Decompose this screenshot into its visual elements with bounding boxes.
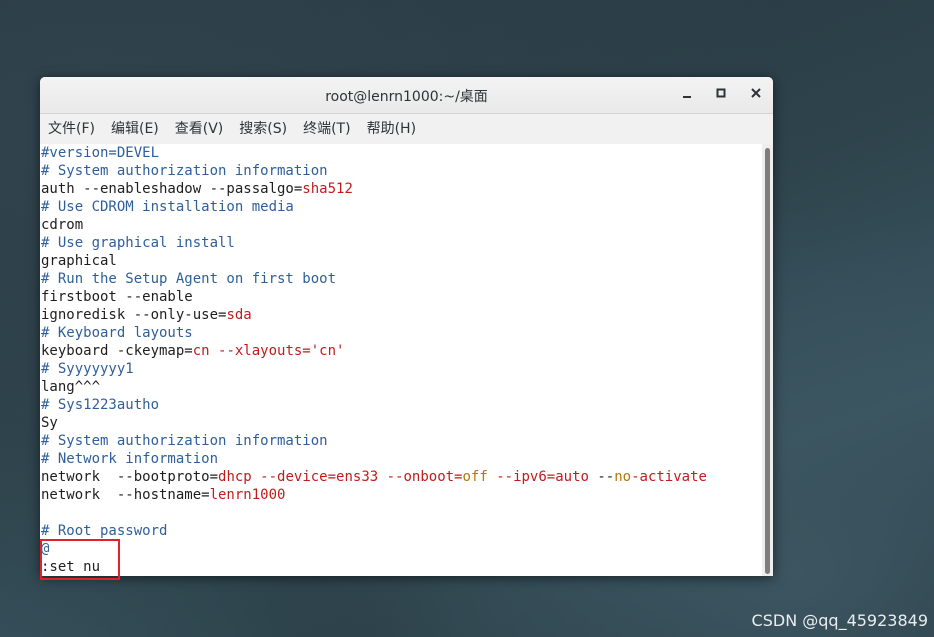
terminal-line: # System authorization information [40, 162, 762, 180]
terminal-text: cn [192, 343, 210, 359]
menu-terminal[interactable]: 终端(T) [303, 114, 350, 144]
terminal-line: :set nu [40, 558, 762, 576]
terminal-text: network --hostname= [41, 487, 210, 503]
terminal-text: # Sys1223autho [41, 397, 160, 413]
terminal-text: --ipv6=auto [496, 469, 589, 485]
terminal-text: --onboot= [386, 469, 463, 485]
terminal-line: firstboot --enable [40, 288, 762, 306]
terminal-text: Sy [41, 415, 58, 431]
terminal-line: graphical [40, 252, 762, 270]
terminal-content[interactable]: #version=DEVEL # System authorization inf… [40, 144, 762, 576]
terminal-text: # Network information [41, 451, 219, 467]
terminal-window: root@lenrn1000:~/桌面 文件(F) 编辑(E) 查看(V) 搜索… [40, 77, 773, 576]
terminal-line: lang^^^ [40, 378, 762, 396]
terminal-text: # Keyboard layouts [41, 325, 193, 341]
terminal-line: ignoredisk --only-use=sda [40, 306, 762, 324]
terminal-text: firstboot --enable [41, 289, 193, 305]
terminal-line: # Syyyyyyy1 [40, 360, 762, 378]
terminal-line: # System authorization information [40, 432, 762, 450]
menu-view[interactable]: 查看(V) [175, 114, 224, 144]
window-title: root@lenrn1000:~/桌面 [325, 89, 488, 105]
terminal-text: # System authorization information [41, 433, 328, 449]
terminal-text: sda [226, 307, 252, 323]
terminal-text: graphical [41, 253, 117, 269]
terminal-text: #version=DEVEL [41, 145, 160, 161]
terminal-text: -- [588, 469, 615, 485]
terminal-text: cdrom [41, 217, 84, 233]
terminal-line: cdrom [40, 216, 762, 234]
terminal-text: # Run the Setup Agent on first boot [41, 271, 337, 287]
terminal-text: --device=ens33 [260, 469, 379, 485]
title-bar[interactable]: root@lenrn1000:~/桌面 [40, 77, 773, 114]
terminal-text: sha512 [302, 181, 353, 197]
terminal-line: keyboard -ckeymap=cn --xlayouts='cn' [40, 342, 762, 360]
menu-edit[interactable]: 编辑(E) [111, 114, 159, 144]
terminal-line: # Use CDROM installation media [40, 198, 762, 216]
vertical-scrollbar[interactable] [762, 144, 773, 576]
menu-help[interactable]: 帮助(H) [367, 114, 416, 144]
terminal-text: keyboard -ckeymap= [41, 343, 193, 359]
terminal-text: # Use graphical install [41, 235, 235, 251]
menu-search[interactable]: 搜索(S) [239, 114, 287, 144]
terminal-line: network --bootproto=dhcp --device=ens33 … [40, 468, 762, 486]
terminal-text: # Use CDROM installation media [41, 199, 294, 215]
terminal-text: --xlayouts='cn' [218, 343, 345, 359]
terminal-line: # Use graphical install [40, 234, 762, 252]
menu-bar: 文件(F) 编辑(E) 查看(V) 搜索(S) 终端(T) 帮助(H) [40, 114, 773, 145]
terminal-text: lang^^^ [41, 379, 101, 395]
annotation-highlight-box [40, 539, 120, 580]
terminal-line: @ [40, 540, 762, 558]
terminal-text: dhcp [218, 469, 252, 485]
terminal-text: # System authorization information [41, 163, 328, 179]
terminal-text: ignoredisk --only-use= [41, 307, 227, 323]
terminal-text: no [614, 469, 632, 485]
terminal-text: network --bootproto= [41, 469, 219, 485]
scrollbar-thumb[interactable] [765, 148, 770, 574]
terminal-line: # Keyboard layouts [40, 324, 762, 342]
watermark: CSDN @qq_45923849 [751, 611, 928, 630]
terminal-line: # Network information [40, 450, 762, 468]
terminal-text: -activate [631, 469, 707, 485]
maximize-icon[interactable] [711, 85, 731, 105]
terminal-line: # Root password [40, 522, 762, 540]
terminal-text: # Root password [41, 523, 168, 539]
minimize-icon[interactable] [677, 85, 697, 105]
terminal-line: # Sys1223autho [40, 396, 762, 414]
menu-file[interactable]: 文件(F) [48, 114, 95, 144]
terminal-line: network --hostname=lenrn1000 [40, 486, 762, 504]
terminal-text: auth --enableshadow --passalgo= [41, 181, 303, 197]
terminal-line: auth --enableshadow --passalgo=sha512 [40, 180, 762, 198]
close-icon[interactable] [746, 85, 766, 105]
terminal-line: # Run the Setup Agent on first boot [40, 270, 762, 288]
terminal-line: #version=DEVEL [40, 144, 762, 162]
terminal-text: # Syyyyyyy1 [41, 361, 134, 377]
terminal-line: Sy [40, 414, 762, 432]
terminal-text: lenrn1000 [209, 487, 286, 503]
terminal-text: off [462, 469, 488, 485]
